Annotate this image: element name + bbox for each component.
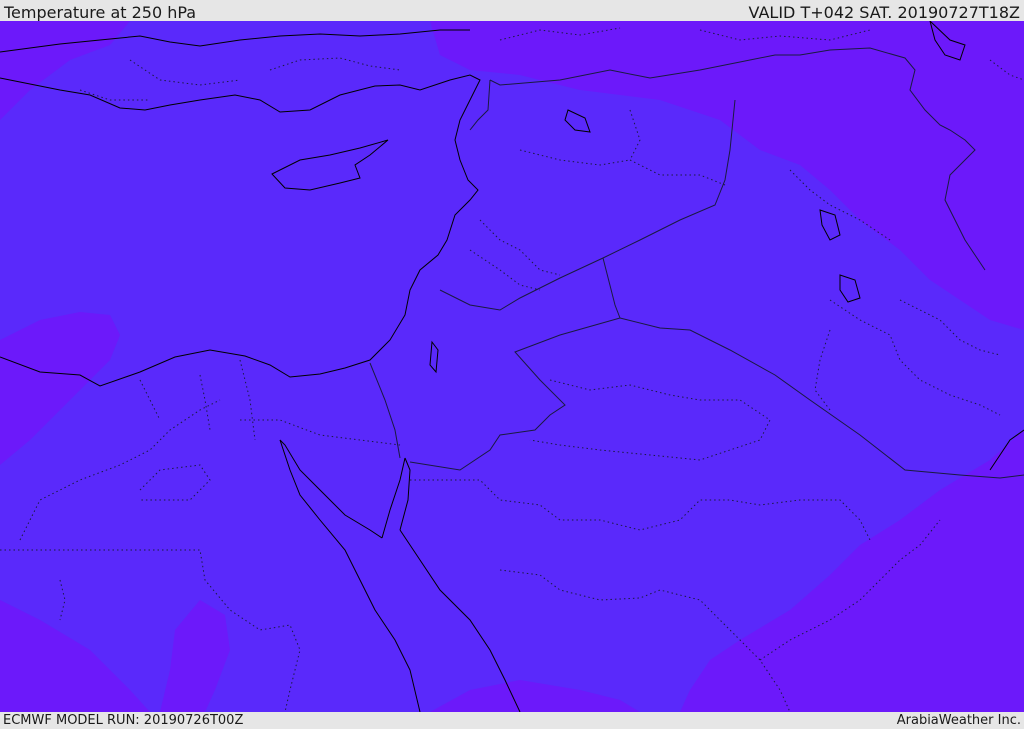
valid-time-label: VALID T+042 SAT. 20190727T18Z	[748, 3, 1020, 22]
header-bar: Temperature at 250 hPa VALID T+042 SAT. …	[0, 0, 1024, 22]
map-title: Temperature at 250 hPa	[4, 3, 197, 22]
credit-label: ArabiaWeather Inc.	[896, 713, 1021, 728]
weather-map[interactable]	[0, 21, 1024, 712]
footer-bar: ECMWF MODEL RUN: 20190726T00Z ArabiaWeat…	[0, 712, 1024, 729]
model-run-label: ECMWF MODEL RUN: 20190726T00Z	[3, 713, 244, 728]
